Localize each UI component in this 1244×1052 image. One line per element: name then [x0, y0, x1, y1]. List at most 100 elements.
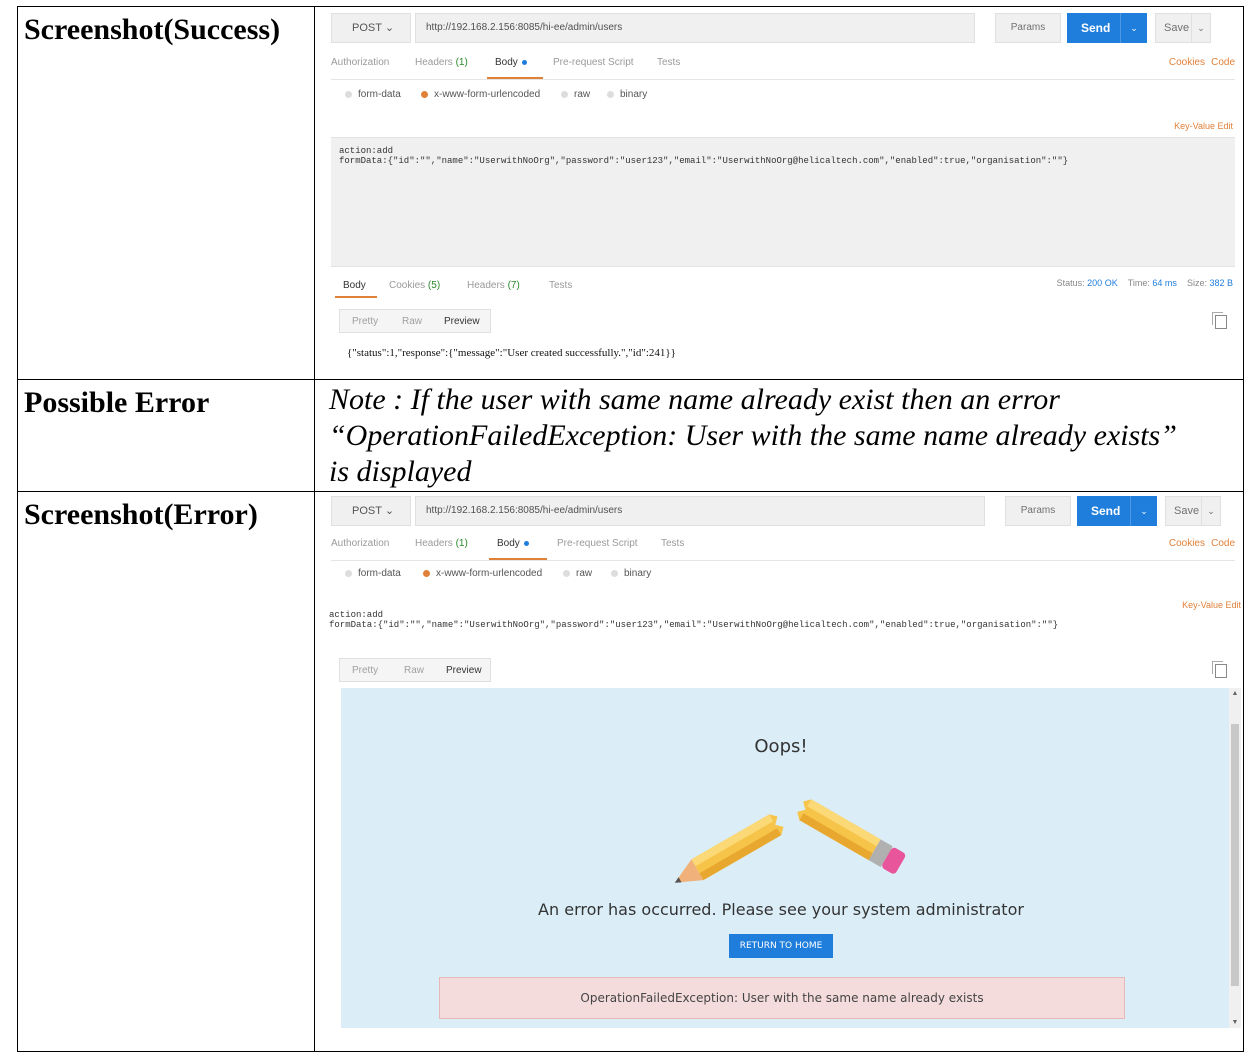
possible-error-label: Possible Error: [24, 386, 210, 419]
active-tab-indicator: [487, 77, 543, 79]
response-meta: Status: 200 OK Time: 64 ms Size: 382 B: [1056, 278, 1233, 288]
body-type-options: form-data x-www-form-urlencoded raw bina…: [345, 89, 745, 105]
tab-tests[interactable]: Tests: [657, 57, 680, 68]
chevron-down-icon[interactable]: ⌄: [1201, 497, 1220, 525]
radio-urlencoded[interactable]: x-www-form-urlencoded: [423, 568, 542, 579]
view-raw-button[interactable]: Raw: [404, 665, 424, 676]
copy-icon[interactable]: [1212, 312, 1227, 329]
view-preview-button[interactable]: Preview: [446, 665, 482, 676]
params-button[interactable]: Params: [995, 13, 1061, 43]
note-cell: Note : If the user with same name alread…: [314, 379, 1244, 492]
note-text: Note : If the user with same name alread…: [329, 383, 1177, 488]
tab-tests[interactable]: Tests: [661, 538, 684, 549]
view-pretty-button[interactable]: Pretty: [352, 665, 378, 676]
response-tab-tests[interactable]: Tests: [549, 280, 572, 291]
label-cell: Screenshot(Success): [17, 6, 315, 380]
key-value-edit-link[interactable]: Key-Value Edit: [1174, 121, 1233, 131]
radio-form-data[interactable]: form-data: [345, 89, 401, 100]
exception-alert: OperationFailedException: User with the …: [439, 977, 1125, 1019]
tab-body[interactable]: Body: [497, 538, 529, 549]
url-input[interactable]: http://192.168.2.156:8085/hi-ee/admin/us…: [415, 13, 975, 43]
scroll-down-icon[interactable]: ▼: [1229, 1019, 1241, 1026]
radio-raw[interactable]: raw: [563, 568, 592, 579]
code-link[interactable]: Code: [1211, 57, 1235, 68]
radio-selected-icon: [423, 569, 430, 577]
radio-icon: [345, 90, 352, 98]
tab-body[interactable]: Body: [495, 57, 527, 68]
tab-authorization[interactable]: Authorization: [331, 538, 389, 549]
request-body-line: action:add: [339, 146, 394, 156]
view-pretty-button[interactable]: Pretty: [352, 316, 378, 327]
request-body-line: formData:{"id":"","name":"UserwithNoOrg"…: [339, 156, 1069, 166]
key-value-edit-link[interactable]: Key-Value Edit: [1182, 600, 1241, 610]
radio-selected-icon: [421, 90, 428, 98]
save-button[interactable]: Save ⌄: [1155, 13, 1211, 43]
radio-binary[interactable]: binary: [611, 568, 651, 579]
view-raw-button[interactable]: Raw: [402, 316, 422, 327]
radio-icon: [345, 569, 352, 577]
size-value: 382 B: [1209, 278, 1233, 288]
scroll-up-icon[interactable]: ▲: [1229, 690, 1241, 697]
chevron-down-icon[interactable]: ⌄: [1191, 14, 1210, 42]
body-type-options: form-data x-www-form-urlencoded raw bina…: [345, 568, 745, 584]
document-table: Screenshot(Success) POST ⌄ http://192.16…: [17, 6, 1244, 1052]
response-tab-headers[interactable]: Headers (7): [467, 280, 520, 291]
request-bar: POST ⌄ http://192.168.2.156:8085/hi-ee/a…: [331, 13, 1235, 43]
active-dot-icon: [523, 540, 529, 546]
success-label: Screenshot(Success): [24, 13, 281, 46]
response-tab-body[interactable]: Body: [343, 280, 366, 291]
radio-icon: [611, 569, 618, 577]
tab-prerequest-script[interactable]: Pre-request Script: [557, 538, 638, 549]
scrollbar-thumb[interactable]: [1231, 724, 1239, 986]
active-dot-icon: [521, 59, 527, 65]
params-button[interactable]: Params: [1005, 496, 1071, 526]
error-preview: Oops! An error has occurred. Please see …: [341, 688, 1229, 1028]
request-bar: POST ⌄ http://192.168.2.156:8085/hi-ee/a…: [331, 496, 1235, 526]
tab-authorization[interactable]: Authorization: [331, 57, 389, 68]
postman-error-panel: POST ⌄ http://192.168.2.156:8085/hi-ee/a…: [315, 492, 1243, 1050]
request-body-editor[interactable]: action:add formData:{"id":"","name":"Use…: [331, 137, 1235, 267]
view-mode-switch: Pretty Raw Preview: [339, 309, 491, 333]
request-body-line: formData:{"id":"","name":"UserwithNoOrg"…: [329, 620, 1059, 630]
broken-pencil-icon: [674, 799, 906, 883]
cookies-link[interactable]: Cookies: [1169, 57, 1205, 68]
tab-headers[interactable]: Headers (1): [415, 538, 468, 549]
method-select[interactable]: POST ⌄: [331, 13, 411, 43]
chevron-down-icon[interactable]: ⌄: [1130, 496, 1157, 526]
send-button[interactable]: Send ⌄: [1067, 13, 1147, 43]
cookies-link[interactable]: Cookies: [1169, 538, 1205, 549]
status-value: 200 OK: [1087, 278, 1118, 288]
radio-urlencoded[interactable]: x-www-form-urlencoded: [421, 89, 540, 100]
radio-raw[interactable]: raw: [561, 89, 590, 100]
error-message: An error has occurred. Please see your s…: [538, 900, 1024, 919]
radio-binary[interactable]: binary: [607, 89, 647, 100]
radio-icon: [607, 90, 614, 98]
error-title: Oops!: [754, 736, 808, 757]
url-input[interactable]: http://192.168.2.156:8085/hi-ee/admin/us…: [415, 496, 985, 526]
send-button[interactable]: Send ⌄: [1077, 496, 1157, 526]
response-body: {"status":1,"response":{"message":"User …: [347, 347, 676, 359]
save-button[interactable]: Save ⌄: [1165, 496, 1221, 526]
chevron-down-icon[interactable]: ⌄: [1120, 13, 1147, 43]
response-tab-cookies[interactable]: Cookies (5): [389, 280, 440, 291]
postman-success-panel: POST ⌄ http://192.168.2.156:8085/hi-ee/a…: [315, 7, 1243, 379]
label-cell: Possible Error: [17, 379, 315, 492]
code-link[interactable]: Code: [1211, 538, 1235, 549]
error-screenshot-cell: POST ⌄ http://192.168.2.156:8085/hi-ee/a…: [314, 491, 1244, 1052]
tab-headers[interactable]: Headers (1): [415, 57, 468, 68]
chevron-down-icon: ⌄: [384, 505, 395, 517]
request-tabs: Authorization Headers (1) Body Pre-reque…: [331, 53, 1235, 80]
radio-form-data[interactable]: form-data: [345, 568, 401, 579]
error-label: Screenshot(Error): [24, 498, 258, 531]
view-preview-button[interactable]: Preview: [444, 316, 480, 327]
preview-scrollbar[interactable]: ▲ ▼: [1229, 688, 1241, 1028]
chevron-down-icon: ⌄: [384, 22, 395, 34]
label-cell: Screenshot(Error): [17, 491, 315, 1052]
return-home-button[interactable]: RETURN TO HOME: [729, 934, 833, 958]
copy-icon[interactable]: [1212, 661, 1227, 678]
radio-icon: [561, 90, 568, 98]
method-select[interactable]: POST ⌄: [331, 496, 411, 526]
active-tab-indicator: [489, 558, 547, 560]
tab-prerequest-script[interactable]: Pre-request Script: [553, 57, 634, 68]
radio-icon: [563, 569, 570, 577]
